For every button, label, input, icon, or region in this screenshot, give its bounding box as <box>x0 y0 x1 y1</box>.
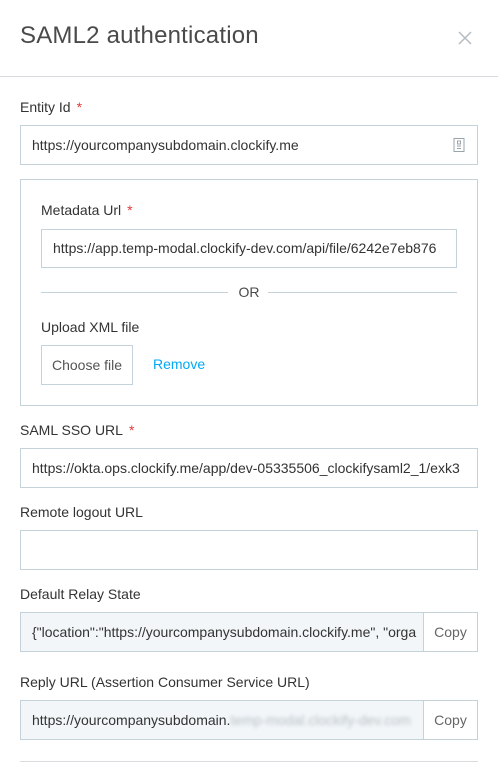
saml2-modal: SAML2 authentication Entity Id * https://… <box>0 0 498 772</box>
or-divider-right <box>268 292 457 293</box>
required-mark: * <box>127 202 133 218</box>
upload-xml-label: Upload XML file <box>41 319 140 335</box>
reply-url-value-visible: https://yourcompanysubdomain. <box>32 712 231 728</box>
close-icon[interactable] <box>455 28 475 48</box>
or-divider-left <box>41 292 228 293</box>
copy-relay-state-button[interactable]: Copy <box>423 612 478 652</box>
metadata-url-value: https://app.temp-modal.clockify-dev.com/… <box>53 240 437 256</box>
reply-url-value-blurred: temp-modal.clockify-dev.com <box>230 712 411 728</box>
modal-title: SAML2 authentication <box>20 22 259 49</box>
modal-header: SAML2 authentication <box>0 0 498 77</box>
document-icon <box>453 138 465 152</box>
saml-sso-url-label-text: SAML SSO URL <box>20 422 123 438</box>
reply-url-value: https://yourcompanysubdomain.temp-modal.… <box>32 701 423 739</box>
saml-sso-url-label: SAML SSO URL * <box>20 422 134 438</box>
choose-file-button[interactable]: Choose file <box>41 345 133 385</box>
reply-url-input[interactable]: https://yourcompanysubdomain.temp-modal.… <box>20 700 424 740</box>
required-mark: * <box>128 422 135 438</box>
default-relay-state-value: {"location":"https://yourcompanysubdomai… <box>32 624 417 640</box>
section-divider <box>20 761 478 762</box>
reply-url-label: Reply URL (Assertion Consumer Service UR… <box>20 674 310 690</box>
metadata-url-label-text: Metadata Url <box>41 202 122 218</box>
default-relay-state-label: Default Relay State <box>20 586 141 602</box>
entity-id-label-text: Entity Id <box>20 99 71 115</box>
copy-reply-url-button[interactable]: Copy <box>423 700 478 740</box>
remove-link[interactable]: Remove <box>153 356 205 372</box>
remote-logout-url-input[interactable] <box>20 530 478 570</box>
entity-id-value: https://yourcompanysubdomain.clockify.me <box>32 137 299 153</box>
metadata-url-label: Metadata Url * <box>41 202 133 218</box>
entity-id-label: Entity Id * <box>20 99 82 115</box>
metadata-url-input[interactable]: https://app.temp-modal.clockify-dev.com/… <box>41 229 457 268</box>
default-relay-state-input[interactable]: {"location":"https://yourcompanysubdomai… <box>20 612 424 652</box>
or-separator: OR <box>238 284 260 300</box>
entity-id-input[interactable]: https://yourcompanysubdomain.clockify.me <box>20 125 478 165</box>
saml-sso-url-value: https://okta.ops.clockify.me/app/dev-053… <box>32 460 460 476</box>
saml-sso-url-input[interactable]: https://okta.ops.clockify.me/app/dev-053… <box>20 448 478 488</box>
required-mark: * <box>76 99 83 115</box>
remote-logout-url-label: Remote logout URL <box>20 504 143 520</box>
